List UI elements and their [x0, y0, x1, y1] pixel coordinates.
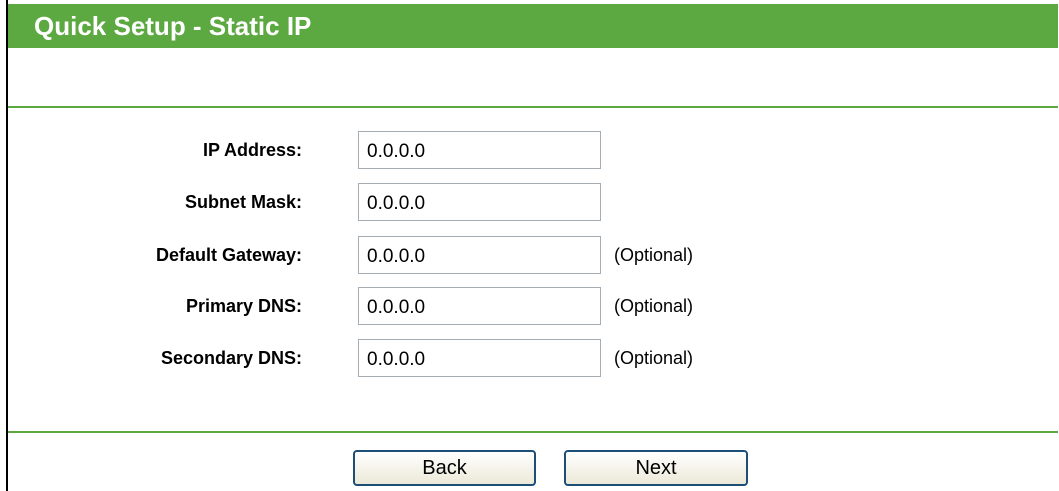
quick-setup-panel: Quick Setup - Static IP IP Address: Subn… [6, 0, 1058, 491]
default-gateway-label: Default Gateway: [155, 245, 302, 265]
primary-dns-label: Primary DNS: [185, 296, 302, 316]
secondary-dns-label: Secondary DNS: [160, 348, 302, 368]
subnet-mask-input[interactable] [358, 183, 601, 221]
page-title: Quick Setup - Static IP [8, 4, 1058, 48]
bottom-divider [8, 431, 1058, 433]
ip-address-row: IP Address: [8, 129, 1058, 171]
default-gateway-row: Default Gateway: (Optional) [8, 234, 1058, 276]
primary-dns-optional-note: (Optional) [614, 296, 694, 316]
default-gateway-input[interactable] [358, 236, 601, 274]
secondary-dns-input[interactable] [358, 339, 601, 377]
back-button[interactable]: Back [353, 450, 536, 486]
default-gateway-optional-note: (Optional) [614, 245, 694, 265]
ip-address-label: IP Address: [202, 140, 302, 160]
subnet-mask-row: Subnet Mask: [8, 181, 1058, 223]
secondary-dns-row: Secondary DNS: (Optional) [8, 337, 1058, 379]
primary-dns-input[interactable] [358, 287, 601, 325]
top-divider [8, 106, 1058, 108]
next-button[interactable]: Next [564, 450, 748, 486]
primary-dns-row: Primary DNS: (Optional) [8, 285, 1058, 327]
subnet-mask-label: Subnet Mask: [184, 192, 302, 212]
ip-address-input[interactable] [358, 131, 601, 169]
secondary-dns-optional-note: (Optional) [614, 348, 694, 368]
